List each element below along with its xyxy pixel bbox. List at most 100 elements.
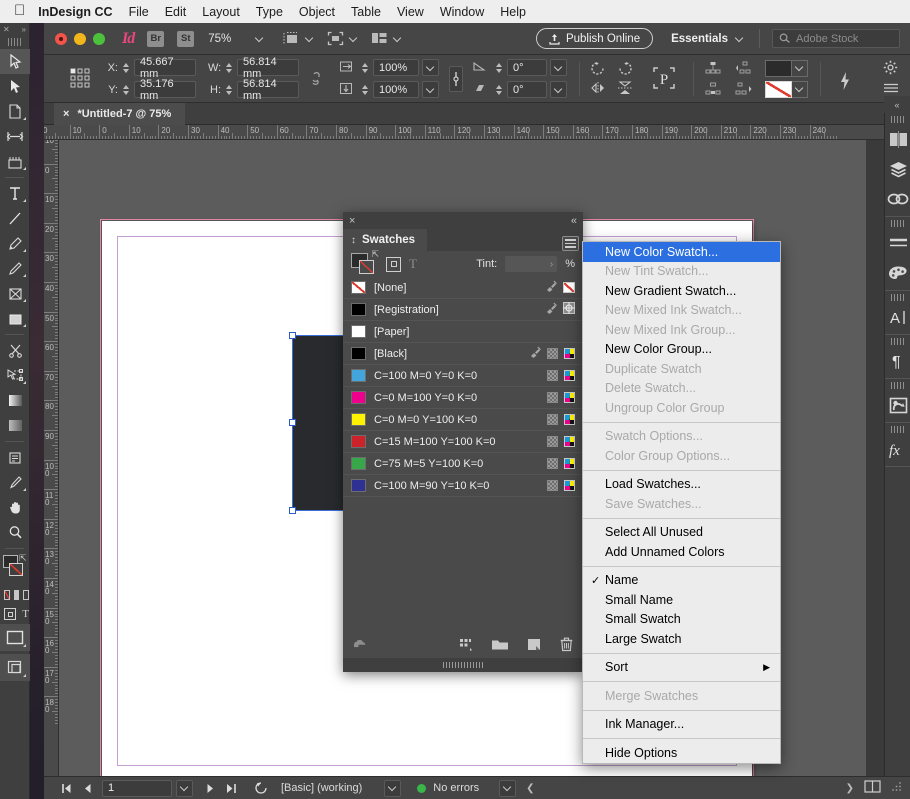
bridge-button[interactable]: Br	[147, 30, 165, 47]
swatches-panel-close-icon[interactable]: ×	[349, 215, 355, 227]
constrain-proportions-icon[interactable]	[309, 71, 327, 86]
tool-stroke-swatch[interactable]	[9, 563, 23, 576]
swatch-row[interactable]: [Black]	[343, 343, 583, 365]
note-tool[interactable]	[0, 445, 30, 470]
adobe-stock-search[interactable]: Adobe Stock	[772, 29, 900, 48]
gap-tool[interactable]	[0, 124, 30, 149]
view-mode-icon[interactable]	[283, 31, 301, 46]
y-stepper[interactable]	[121, 82, 131, 97]
close-window-button[interactable]	[55, 32, 67, 45]
stroke-color-swatch[interactable]	[765, 80, 792, 98]
context-menu-item[interactable]: Add Unnamed Colors	[583, 542, 780, 562]
rotate-cw-icon[interactable]	[590, 61, 608, 76]
apple-menu-icon[interactable]: 	[14, 3, 25, 18]
eyedropper-tool[interactable]	[0, 470, 30, 495]
w-field[interactable]: 56.814 mm	[237, 56, 299, 80]
status-expand-icon[interactable]: ❮	[526, 783, 534, 794]
scale-y-dropdown[interactable]	[422, 81, 439, 98]
page-number-dropdown[interactable]	[176, 779, 193, 797]
context-menu-item[interactable]: Hide Options	[583, 743, 780, 763]
formatting-affects-container-icon[interactable]	[4, 608, 17, 620]
dock-group-5-grip[interactable]	[891, 382, 904, 389]
maximize-window-button[interactable]	[93, 32, 105, 45]
preview-mode-button[interactable]	[0, 654, 30, 681]
swatch-row[interactable]: C=75 M=5 Y=100 K=0	[343, 453, 583, 475]
pen-tool[interactable]	[0, 231, 30, 256]
swatches-panel-menu-button[interactable]	[562, 236, 579, 251]
rotation-field[interactable]: 0°	[507, 59, 547, 76]
dock-group-6-grip[interactable]	[891, 426, 904, 433]
apply-gradient-icon[interactable]	[14, 590, 20, 600]
bring-to-front-icon[interactable]	[705, 61, 723, 76]
swatch-row[interactable]: [None]	[343, 277, 583, 299]
dock-collapse-icon[interactable]: «	[894, 100, 899, 110]
swatches-panel-collapse-icon[interactable]: «	[571, 215, 577, 227]
bring-forward-icon[interactable]	[735, 61, 753, 76]
preflight-P-icon[interactable]: P	[649, 63, 681, 95]
menu-file[interactable]: File	[129, 5, 149, 19]
normal-view-mode-button[interactable]	[0, 624, 30, 651]
tool-palette-expand-icon[interactable]: »	[22, 25, 26, 34]
free-transform-tool[interactable]	[0, 363, 30, 388]
swatch-row[interactable]: C=15 M=100 Y=100 K=0	[343, 431, 583, 453]
panel-fill-stroke-proxy[interactable]: ⇱	[351, 249, 379, 275]
dock-group-4-grip[interactable]	[891, 338, 904, 345]
send-to-back-icon[interactable]	[735, 82, 753, 97]
content-collector-tool[interactable]	[0, 149, 30, 174]
frame-tool[interactable]	[0, 281, 30, 306]
page-tool[interactable]	[0, 99, 30, 124]
context-menu-item[interactable]: New Color Group...	[583, 340, 780, 360]
scale-y-field[interactable]: 100%	[373, 81, 419, 98]
apply-none-icon[interactable]	[23, 590, 29, 600]
h-field[interactable]: 56.814 mm	[237, 78, 299, 102]
x-stepper[interactable]	[121, 60, 131, 75]
selection-handle-ml[interactable]	[289, 419, 296, 426]
arrange-documents-chevron-icon[interactable]	[393, 34, 403, 44]
context-menu-item[interactable]: New Color Swatch...	[583, 242, 780, 262]
menu-object[interactable]: Object	[299, 5, 335, 19]
context-menu-item[interactable]: Large Swatch	[583, 629, 780, 649]
zoom-level-value[interactable]: 75%	[208, 33, 231, 45]
gear-icon[interactable]	[883, 60, 901, 75]
tool-fill-stroke[interactable]: ⇱	[0, 552, 29, 586]
dock-group-2-grip[interactable]	[891, 220, 904, 227]
context-menu-item[interactable]: Small Swatch	[583, 610, 780, 630]
menu-edit[interactable]: Edit	[165, 5, 187, 19]
w-stepper[interactable]	[224, 60, 234, 75]
previous-page-icon[interactable]	[79, 780, 96, 797]
delete-swatch-icon[interactable]	[560, 637, 573, 655]
gradient-feather-tool[interactable]	[0, 413, 30, 438]
type-tool[interactable]	[0, 181, 30, 206]
panel-stroke-swatch[interactable]	[359, 260, 374, 274]
character-styles-panel-icon[interactable]: A	[885, 302, 910, 332]
context-menu-item[interactable]: Small Name	[583, 590, 780, 610]
stroke-color-dropdown[interactable]	[792, 80, 808, 98]
menu-view[interactable]: View	[397, 5, 424, 19]
scale-x-stepper[interactable]	[360, 60, 370, 75]
zoom-tool[interactable]	[0, 520, 30, 545]
context-menu-item[interactable]: Ink Manager...	[583, 715, 780, 735]
h-stepper[interactable]	[224, 82, 234, 97]
chain-link-icon[interactable]	[449, 65, 463, 92]
last-page-icon[interactable]	[222, 780, 239, 797]
context-menu-item[interactable]: Sort ▶	[583, 658, 780, 678]
flip-horizontal-icon[interactable]	[590, 81, 608, 96]
new-color-group-icon[interactable]	[491, 638, 509, 654]
page-number-field[interactable]: 1	[102, 779, 172, 797]
screen-mode-icon[interactable]	[327, 31, 345, 46]
pencil-tool[interactable]	[0, 256, 30, 281]
rotate-ccw-icon[interactable]	[617, 61, 635, 76]
swatches-list[interactable]: [None] [Registration] [Paper] [Black] C=100 …	[343, 277, 583, 497]
stroke-panel-icon[interactable]	[885, 228, 910, 258]
first-page-icon[interactable]	[58, 780, 75, 797]
resize-grip-icon[interactable]	[891, 781, 902, 795]
object-styles-panel-icon[interactable]	[885, 390, 910, 420]
scale-y-stepper[interactable]	[360, 82, 370, 97]
swatches-panel-titlebar[interactable]: × «	[343, 212, 583, 229]
document-tab[interactable]: × *Untitled-7 @ 75%	[54, 103, 186, 125]
document-layout-icon[interactable]	[864, 780, 881, 796]
document-tab-close-icon[interactable]: ×	[63, 108, 69, 120]
links-panel-icon[interactable]	[885, 184, 910, 214]
swatches-panel-resize-grip[interactable]	[343, 658, 583, 672]
selection-handle-bl[interactable]	[289, 507, 296, 514]
